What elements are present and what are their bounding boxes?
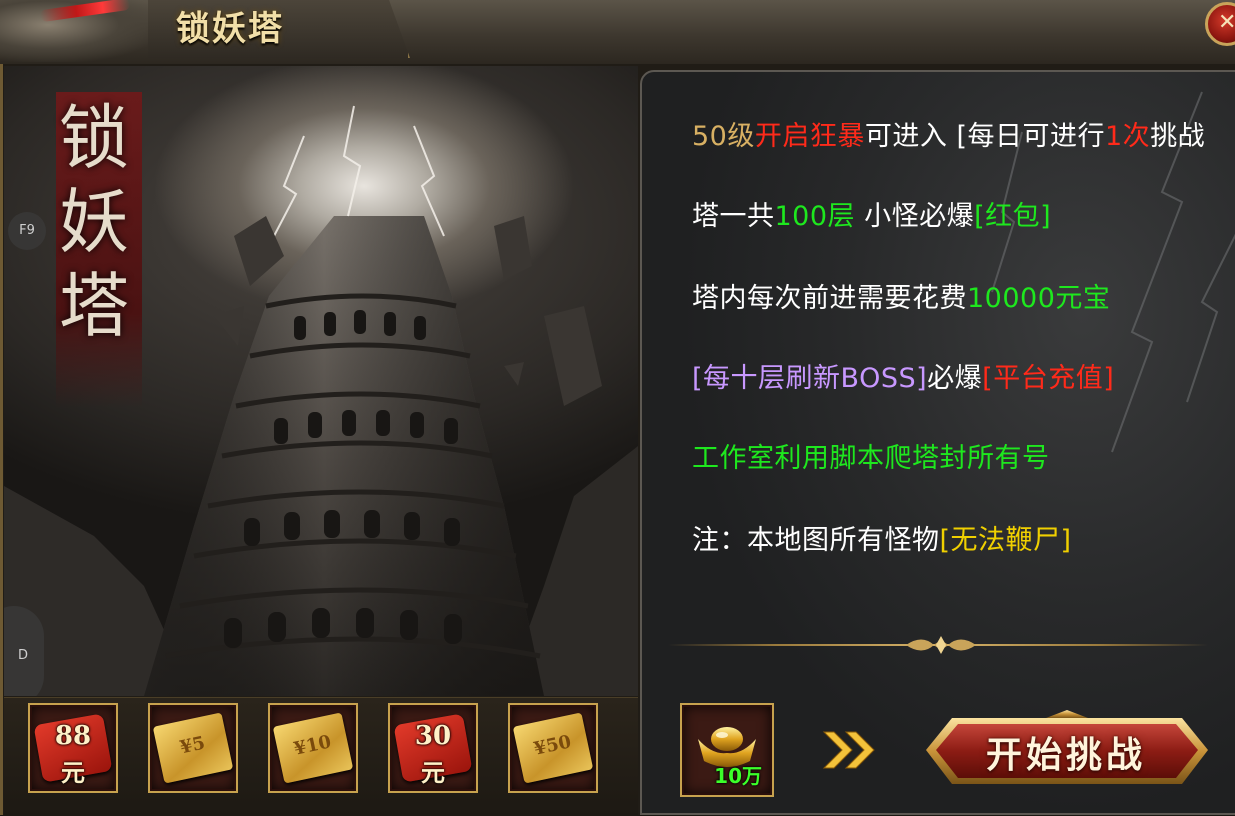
cost-amount: 10000元宝 <box>967 283 1111 314</box>
voucher-value: ¥10 <box>291 731 334 760</box>
berserk-requirement: 开启狂暴 <box>754 121 865 152</box>
reward-slot-voucher-50[interactable]: ¥50 <box>508 703 598 793</box>
no-whip-note: [无法鞭尸] <box>939 525 1072 556</box>
reward-label: 88 <box>54 721 92 751</box>
voucher-card-icon: ¥10 <box>272 712 354 784</box>
red-packet-reward: [红包] <box>974 201 1052 232</box>
boss-drop-text: 必爆 <box>927 363 983 394</box>
reward-unit: 元 <box>421 758 445 787</box>
reward-unit: 元 <box>61 758 85 787</box>
reward-label: 30 <box>414 721 452 751</box>
double-chevron-right-icon <box>822 731 875 769</box>
reward-slot-voucher-10[interactable]: ¥10 <box>268 703 358 793</box>
voucher-value: ¥50 <box>531 731 574 760</box>
info-line-cost: 塔内每次前进需要花费10000元宝 <box>692 276 1110 315</box>
voucher-value: ¥5 <box>178 732 207 759</box>
start-challenge-label[interactable]: 开始挑战 <box>948 726 1184 778</box>
note-prefix: 注：本地图所有怪物 <box>692 525 940 556</box>
daily-limit-text: [每日可进行 <box>956 121 1105 152</box>
info-line-entry: 50级开启狂暴可进入 [每日可进行1次挑战 <box>692 114 1205 153</box>
info-line-floors: 塔一共100层 小怪必爆[红包] <box>692 194 1051 233</box>
cost-quantity: 10万 <box>714 764 762 788</box>
divider-ornament <box>906 636 976 654</box>
hotkey-d-badge[interactable]: D <box>4 606 44 696</box>
daily-limit-suffix: 挑战 <box>1150 121 1206 152</box>
recharge-reward: [平台充值] <box>982 363 1115 394</box>
hotkey-f9-badge[interactable]: F9 <box>8 212 46 250</box>
floors-prefix: 塔一共 <box>692 201 775 232</box>
reward-slot-red-packet-88[interactable]: 88 元 <box>28 703 118 793</box>
voucher-card-icon: ¥5 <box>152 712 234 784</box>
cost-item-slot[interactable]: 10万 <box>680 703 774 797</box>
boss-refresh: [每十层刷新BOSS] <box>692 363 928 394</box>
seal-char-1: 锁 <box>59 97 129 179</box>
reward-slot-red-packet-30[interactable]: 30 元 <box>388 703 478 793</box>
level-requirement: 50级 <box>692 121 755 152</box>
entry-text: 可进入 <box>864 121 948 152</box>
reward-slot-voucher-5[interactable]: ¥5 <box>148 703 238 793</box>
daily-limit-count: 1次 <box>1105 121 1151 152</box>
window-title: 锁妖塔 <box>176 9 284 49</box>
seal-char-3: 塔 <box>59 265 129 347</box>
voucher-card-icon: ¥50 <box>512 712 594 784</box>
seal-char-2: 妖 <box>59 181 129 263</box>
floor-count: 100层 <box>774 201 856 232</box>
drop-text: 小怪必爆 <box>864 201 975 232</box>
info-line-warning: 工作室利用脚本爬塔封所有号 <box>692 443 1050 474</box>
title-seal-text: 锁 妖 塔 <box>44 96 144 348</box>
info-line-boss: [每十层刷新BOSS]必爆[平台充值] <box>692 356 1114 395</box>
info-line-note: 注：本地图所有怪物[无法鞭尸] <box>692 518 1072 557</box>
cost-prefix: 塔内每次前进需要花费 <box>692 283 967 314</box>
